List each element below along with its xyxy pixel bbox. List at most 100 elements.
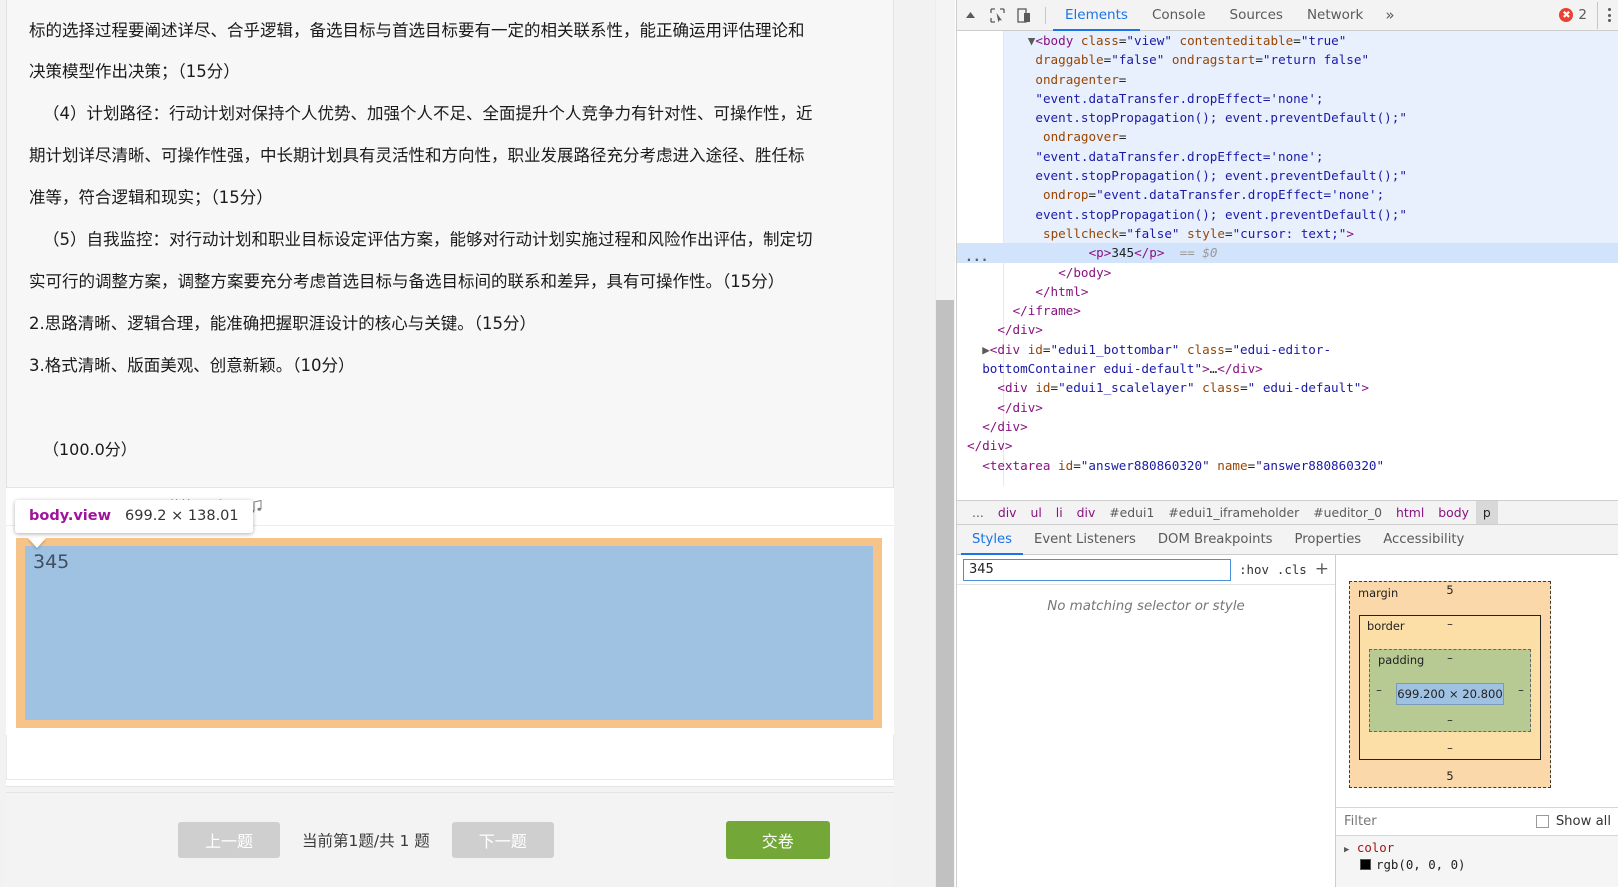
color-swatch[interactable] bbox=[1360, 859, 1371, 870]
dom-tree-line[interactable]: </html> bbox=[957, 282, 1618, 301]
box-model-diagram[interactable]: margin 5 border – padding – – 699.200 × … bbox=[1349, 581, 1551, 788]
computed-property-row[interactable]: ▶ color bbox=[1344, 840, 1618, 855]
styles-filter-row: :hov .cls + bbox=[957, 555, 1335, 585]
next-question-button[interactable]: 下一题 bbox=[451, 822, 554, 858]
dom-tree-line[interactable]: <div id="edui1_scalelayer" class=" edui-… bbox=[957, 378, 1618, 397]
dom-tree-line[interactable]: ondragenter= bbox=[957, 70, 1618, 89]
dom-token: id bbox=[1050, 457, 1074, 473]
dom-tree-line[interactable]: bottomContainer edui-default">…</div> bbox=[957, 359, 1618, 378]
dom-token: > bbox=[1346, 225, 1354, 241]
question-line-5: 准等，符合逻辑和现实；（15分） bbox=[29, 188, 273, 207]
box-model-margin-bottom[interactable]: 5 bbox=[1446, 769, 1453, 783]
breadcrumb-item[interactable]: div bbox=[991, 505, 1024, 520]
box-model-border-label: border bbox=[1367, 619, 1405, 633]
dom-token: "edui1_scalelayer" bbox=[1058, 380, 1195, 396]
box-model-padding-right[interactable]: – bbox=[1512, 683, 1530, 697]
show-all-toggle[interactable]: Show all bbox=[1535, 814, 1611, 829]
breadcrumb-item[interactable]: div bbox=[1070, 505, 1103, 520]
breadcrumb[interactable]: ... div ul li div #edui1 #edui1_iframeholder #u… bbox=[957, 500, 1618, 525]
dom-tree-line[interactable]: </iframe> bbox=[957, 301, 1618, 320]
box-model-border-top[interactable]: – bbox=[1447, 617, 1453, 631]
computed-property-value: rgb(0, 0, 0) bbox=[1376, 857, 1466, 872]
dom-tree-line[interactable]: </div> bbox=[957, 436, 1618, 455]
tab-network[interactable]: Network bbox=[1295, 0, 1375, 31]
dom-token: </html> bbox=[1035, 283, 1089, 299]
dom-token: "return false" bbox=[1262, 52, 1370, 68]
question-line-4: 期计划详尽清晰、可操作性强，中长期计划具有灵活性和方向性，职业发展路径充分考虑进… bbox=[29, 146, 805, 165]
dom-tree-lines[interactable]: ▼<body class="view" contenteditable="tru… bbox=[957, 31, 1618, 475]
dom-tree-line[interactable]: <p>345</p> == $0 bbox=[957, 243, 1618, 263]
dom-tree-line[interactable]: ▼<body class="view" contenteditable="tru… bbox=[957, 31, 1618, 50]
computed-filter-row: Filter Show all bbox=[1336, 807, 1618, 835]
tab-styles[interactable]: Styles bbox=[961, 525, 1023, 555]
dom-tree-line[interactable]: </div> bbox=[957, 320, 1618, 339]
styles-filter-input[interactable] bbox=[963, 558, 1232, 581]
breadcrumb-item[interactable]: #ueditor_0 bbox=[1306, 505, 1389, 520]
answer-text[interactable]: 345 bbox=[33, 551, 69, 573]
dom-tree-line[interactable]: "event.dataTransfer.dropEffect='none'; bbox=[957, 89, 1618, 108]
dom-tree-line[interactable]: </div> bbox=[957, 398, 1618, 417]
hov-toggle[interactable]: :hov bbox=[1239, 562, 1269, 577]
breadcrumb-item[interactable]: p bbox=[1475, 501, 1498, 524]
question-line-6: （5）自我监控：对行动计划和职业目标设定评估方案，能够对行动计划实施过程和风险作… bbox=[43, 230, 813, 249]
dom-tree-line[interactable]: <textarea id="answer880860320" name="ans… bbox=[957, 456, 1618, 475]
dom-tree-line[interactable]: event.stopPropagation(); event.preventDe… bbox=[957, 108, 1618, 127]
tab-elements[interactable]: Elements bbox=[1053, 0, 1140, 31]
show-all-checkbox[interactable] bbox=[1535, 815, 1549, 828]
dom-tree-line[interactable]: "event.dataTransfer.dropEffect='none'; bbox=[957, 147, 1618, 166]
devtools-panel: Elements Console Sources Network » ✖ 2 ▼… bbox=[956, 0, 1618, 887]
error-icon: ✖ bbox=[1559, 8, 1574, 22]
breadcrumb-item[interactable]: ul bbox=[1023, 505, 1048, 520]
computed-filter-input[interactable]: Filter bbox=[1344, 814, 1377, 829]
dom-tree-line[interactable]: event.stopPropagation(); event.preventDe… bbox=[957, 205, 1618, 224]
dom-tree-line[interactable]: ondrop="event.dataTransfer.dropEffect='n… bbox=[957, 185, 1618, 204]
dom-token: </div> bbox=[1217, 361, 1263, 377]
dom-tree-line[interactable]: ▶<div id="edui1_bottombar" class="edui-e… bbox=[957, 340, 1618, 359]
tab-properties[interactable]: Properties bbox=[1284, 525, 1373, 555]
exam-page-pane: 标的选择过程要阐述详尽、合乎逻辑，备选目标与首选目标要有一定的相关联系性，能正确… bbox=[0, 0, 935, 887]
inspect-element-icon[interactable] bbox=[984, 2, 1011, 29]
error-badge[interactable]: ✖ 2 bbox=[1559, 7, 1591, 23]
dom-tree-line[interactable]: event.stopPropagation(); event.preventDe… bbox=[957, 166, 1618, 185]
dom-token: id bbox=[1027, 380, 1051, 396]
tab-sources[interactable]: Sources bbox=[1218, 0, 1295, 31]
tab-console[interactable]: Console bbox=[1140, 0, 1218, 31]
more-options-icon[interactable] bbox=[1597, 1, 1618, 29]
box-model-content[interactable]: 699.200 × 20.800 bbox=[1396, 683, 1504, 705]
collapse-triangle-icon[interactable] bbox=[957, 2, 984, 29]
prev-question-button[interactable]: 上一题 bbox=[178, 822, 280, 858]
device-toolbar-icon[interactable] bbox=[1011, 2, 1038, 29]
dom-token: = bbox=[1073, 457, 1081, 473]
chevron-double-right-icon[interactable]: » bbox=[1375, 6, 1404, 24]
breadcrumb-item[interactable]: #edui1_iframeholder bbox=[1161, 505, 1306, 520]
breadcrumb-item[interactable]: ... bbox=[965, 505, 991, 520]
page-scrollbar-thumb[interactable] bbox=[936, 300, 954, 887]
breadcrumb-item[interactable]: html bbox=[1389, 505, 1431, 520]
box-model-margin-top[interactable]: 5 bbox=[1446, 583, 1453, 597]
dom-tree-line[interactable]: spellcheck="false" style="cursor: text;"… bbox=[957, 224, 1618, 243]
dom-tree-line[interactable]: ondragover= bbox=[957, 127, 1618, 146]
expand-triangle-icon[interactable]: ▶ bbox=[1344, 845, 1349, 855]
dom-tree[interactable]: ▼<body class="view" contenteditable="tru… bbox=[957, 31, 1618, 486]
styles-pane-tabs: Styles Event Listeners DOM Breakpoints P… bbox=[957, 525, 1618, 555]
submit-exam-button[interactable]: 交卷 bbox=[725, 821, 830, 859]
dom-tree-line[interactable]: </body> bbox=[957, 263, 1618, 282]
breadcrumb-item[interactable]: body bbox=[1431, 505, 1476, 520]
dom-tree-line[interactable]: </div> bbox=[957, 417, 1618, 436]
computed-pane: margin 5 border – padding – – 699.200 × … bbox=[1336, 555, 1618, 887]
breadcrumb-item[interactable]: #edui1 bbox=[1102, 505, 1161, 520]
tab-accessibility[interactable]: Accessibility bbox=[1372, 525, 1475, 555]
dom-tree-line[interactable]: draggable="false" ondragstart="return fa… bbox=[957, 50, 1618, 69]
box-model-padding-bottom[interactable]: – bbox=[1447, 713, 1453, 727]
show-all-label: Show all bbox=[1555, 814, 1611, 829]
plus-icon[interactable]: + bbox=[1315, 561, 1329, 578]
box-model-padding-top[interactable]: – bbox=[1447, 651, 1453, 665]
box-model-padding-left[interactable]: – bbox=[1370, 683, 1388, 697]
breadcrumb-item[interactable]: li bbox=[1049, 505, 1070, 520]
exam-footer-nav: 上一题 当前第1题/共 1 题 下一题 交卷 bbox=[6, 792, 894, 887]
dom-token: <div bbox=[989, 341, 1021, 357]
tab-event-listeners[interactable]: Event Listeners bbox=[1023, 525, 1147, 555]
tab-dom-breakpoints[interactable]: DOM Breakpoints bbox=[1147, 525, 1284, 555]
cls-toggle[interactable]: .cls bbox=[1277, 562, 1307, 577]
box-model-border-bottom[interactable]: – bbox=[1447, 741, 1453, 755]
